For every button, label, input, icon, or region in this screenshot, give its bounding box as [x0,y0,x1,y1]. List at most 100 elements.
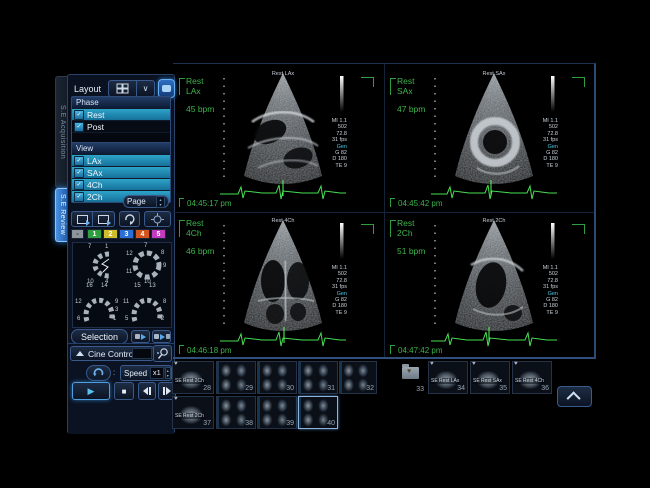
layout-grid-button[interactable] [108,80,137,97]
heart-icon: ♥ [174,361,178,367]
segment-diagram-lax[interactable]: 7 1 10 4 [75,245,122,285]
thumbnail-31[interactable]: 31 [298,361,338,394]
image-tech-readout: MI 1.150272.831 fpsGenG 82D 180TE 9 [321,265,347,316]
viewport-timestamp: 04:47:42 pm [390,345,442,355]
green-bracket-icon [179,198,184,207]
viewport-view: 2Ch [397,229,425,239]
play-button[interactable]: ▶ [72,382,110,400]
page-button[interactable]: Page ▴▾ [123,195,169,208]
view-item-lax[interactable]: ✓ LAx [72,154,170,166]
capture-image-button[interactable] [71,211,93,227]
thumbnail-number: 34 [457,385,465,392]
checkbox-checked-icon[interactable]: ✓ [74,168,84,178]
thumbnail-label: SE Rest 4Ch [514,378,545,384]
viewport-rest-lax[interactable]: Rest LAx MI 1.150272.831 fpsGenG 82D 180… [174,65,384,211]
speed-value[interactable]: x1 [150,367,163,379]
zoom-pan-button[interactable] [153,345,172,362]
segment-diagram-sax[interactable]: 7 8 9 10 11 12 [123,245,170,285]
trash-icon [166,334,170,339]
stop-button[interactable]: ■ [114,382,134,400]
selection-send-delete-button[interactable] [152,330,171,343]
cine-control-label: Cine Control [88,349,135,359]
thumbnail-33-folder[interactable]: ♥ 33 [396,361,426,394]
step-back-button[interactable] [138,382,156,400]
thumbnail-34[interactable]: ♥ SE Rest LAx 34 [428,361,468,394]
selection-send-button[interactable] [131,330,150,343]
thumbnail-36[interactable]: ♥ SE Rest 4Ch 36 [512,361,552,394]
chevron-up-icon [566,391,580,405]
speed-spinner[interactable]: ▴▾ [165,367,171,379]
heart-icon: ♥ [174,396,178,402]
selection-button[interactable]: Selection [71,329,128,344]
frame-arrow-icon [77,215,88,224]
stage-minus-button[interactable]: - [71,229,84,239]
phase-item-post[interactable]: ✓ Post [72,120,170,132]
green-corner-icon [361,224,374,234]
refresh-views-button[interactable] [119,211,140,227]
viewport-view: SAx [397,87,425,97]
checkbox-checked-icon[interactable]: ✓ [74,110,84,120]
capture-loop-button[interactable] [93,211,115,227]
view-item-4ch[interactable]: ✓ 4Ch [72,178,170,190]
stage-1-button[interactable]: 1 [87,229,102,239]
thumbnail-29[interactable]: 29 [216,361,256,394]
view-item-sax[interactable]: ✓ SAx [72,166,170,178]
segment-diagram-4ch[interactable]: 16 14 12 9 6 1 3 [75,285,122,325]
viewport-rest-2ch[interactable]: Rest 2Ch MI 1.150272.831 fpsGenG 82D 180… [385,212,595,358]
collapse-strip-button[interactable] [557,386,592,407]
viewport-bpm: 46 bpm [186,247,214,257]
viewport-rest-4ch[interactable]: Rest 4Ch MI 1.150272.831 fpsGen [174,212,384,358]
step-back-icon [143,387,148,395]
stage-2-button[interactable]: 2 [103,229,118,239]
chevron-down-icon: ∨ [143,84,149,93]
ultrasound-image-lax: Rest LAx MI 1.150272.831 fpsGenG 82D 180… [218,70,348,206]
checkbox-checked-icon[interactable]: ✓ [74,180,84,190]
segment-diagram-2ch[interactable]: 15 13 11 8 5 2 [123,285,170,325]
loop-options-icon[interactable]: : [113,368,115,377]
speed-control: Speed x1 ▴▾ [120,365,172,381]
heart-icon: ♥ [472,361,476,367]
viewport-rest-sax[interactable]: Rest SAx MI 1.150272.831 fpsGenG 82D 180… [385,65,595,211]
thumbnail-39[interactable]: 39 [257,396,297,429]
phase-item-label: Rest [87,110,104,120]
stage-4-button[interactable]: 4 [135,229,150,239]
thumbnail-32[interactable]: 32 [339,361,377,394]
image-tool-group [71,211,115,227]
thumbnail-40[interactable]: 40 [298,396,338,429]
checkbox-checked-icon[interactable]: ✓ [74,122,84,132]
layout-label: Layout [74,84,101,94]
layout-dropdown-button[interactable]: ∨ [137,80,155,97]
collapse-up-icon [76,351,84,356]
thumbnail-number: 33 [416,386,424,393]
image-tech-readout: MI 1.150272.831 fpsGenG 82D 180TE 9 [532,118,558,169]
green-bracket-icon [179,78,185,95]
arrow-right-icon [141,334,146,340]
magnifier-icon [156,347,170,361]
thumbnail-number: 38 [245,420,253,427]
thumbnail-28[interactable]: ♥ SE Rest 2Ch 28 [172,361,214,394]
target-button[interactable] [144,211,171,227]
page-spinner[interactable]: ▴▾ [156,196,165,208]
thumbnail-37[interactable]: ♥ SE Rest 2Ch 37 [172,396,214,429]
spinner-down-icon[interactable]: ▾ [166,373,170,378]
stage-5-button[interactable]: 5 [151,229,166,239]
thumbnail-30[interactable]: 30 [257,361,297,394]
green-bracket-icon [179,345,184,354]
review-screen: Rest LAx MI 1.150272.831 fpsGenG 82D 180… [173,63,596,359]
image-icon [135,334,140,339]
checkbox-checked-icon[interactable]: ✓ [74,156,84,166]
spinner-down-icon[interactable]: ▾ [157,202,164,207]
viewport-annotation: Rest 2Ch 51 bpm [390,219,425,257]
thumbnail-number: 40 [327,420,335,427]
viewport-annotation: Rest SAx 47 bpm [390,77,425,115]
thumbnail-label: SE Rest 2Ch [174,378,205,384]
thumbnail-38[interactable]: 38 [216,396,256,429]
strip-separator [173,357,594,359]
thumbnail-35[interactable]: ♥ SE Rest SAx 35 [470,361,510,394]
stage-3-button[interactable]: 3 [119,229,134,239]
play-icon: ▶ [88,386,95,397]
thumbnail-label: SE Rest SAx [472,378,503,384]
loop-mode-button[interactable] [86,365,111,381]
phase-item-rest[interactable]: ✓ Rest [72,108,170,120]
playback-controls: ▶ ■ [68,382,174,401]
